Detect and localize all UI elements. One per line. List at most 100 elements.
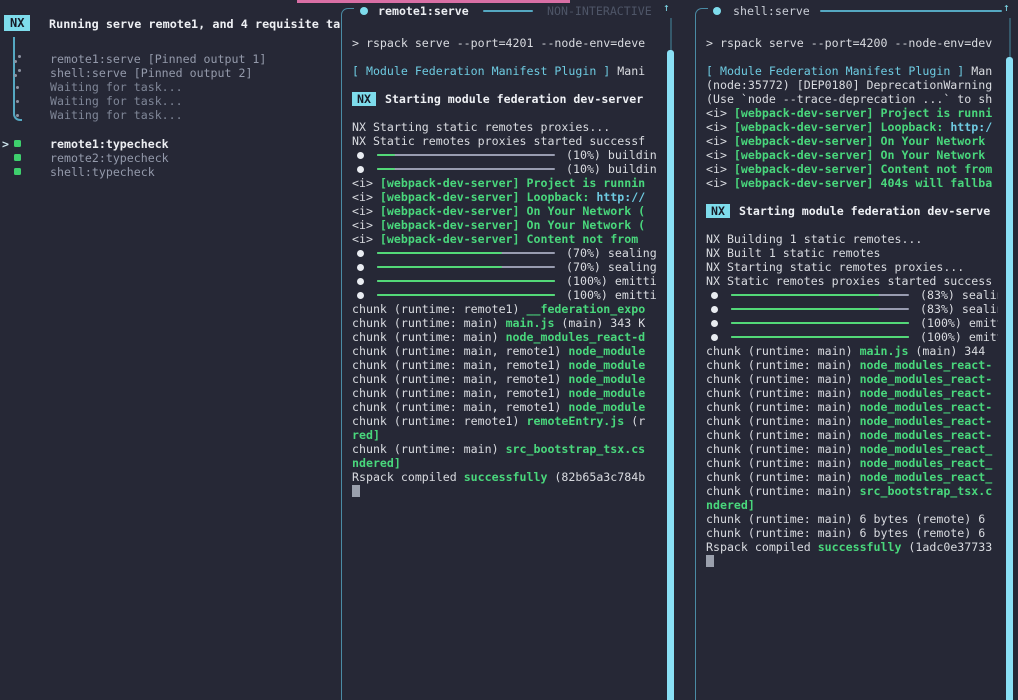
task-item[interactable]: remote1:serve [Pinned output 1] [0, 52, 341, 66]
progress-label: (100%) emitti [566, 274, 657, 288]
progress-bar [731, 322, 909, 324]
task-list-panel: NX Running serve remote1, and 4 requisit… [0, 0, 341, 700]
terminal-text-segment: main.js [860, 344, 909, 358]
progress-bar-fill [377, 266, 502, 268]
terminal-line: chunk (runtime: main) node_modules_react… [706, 414, 998, 428]
terminal-text-segment: node_module [568, 400, 645, 414]
terminal-text-segment: node_module [568, 344, 645, 358]
progress-bar [731, 336, 909, 338]
terminal-text-segment: chunk (runtime: main, remote1) [352, 344, 568, 358]
terminal-line: <i> [webpack-dev-server] On Your Network… [352, 204, 660, 218]
terminal-text-segment: chunk (runtime: main) [352, 330, 506, 344]
terminal-line: <i> [webpack-dev-server] Project is runn… [352, 176, 660, 190]
terminal-line: chunk (runtime: main) 6 bytes (remote) 6 [706, 512, 998, 526]
terminal-text-segment: (82b65a3c784b [547, 470, 645, 484]
task-success-icon [14, 168, 21, 175]
scroll-up-arrow[interactable]: ↑ [1003, 2, 1010, 14]
task-label: shell:serve [Pinned output 2] [50, 66, 252, 80]
terminal-line: Rspack compiled successfully (1adc0e3773… [706, 540, 998, 554]
terminal-text-segment: chunk (runtime: main) [706, 484, 860, 498]
terminal-line: (node:35772) [DEP0180] DeprecationWarnin… [706, 78, 998, 92]
terminal-text-segment: ndered] [706, 498, 755, 512]
terminal-text-segment: Man [964, 64, 992, 78]
task-item[interactable]: remote2:typecheck [0, 151, 341, 165]
terminal-text-segment: chunk (runtime: main, remote1) [352, 386, 568, 400]
header-rule [820, 10, 1002, 12]
task-item[interactable]: Waiting for task... [0, 80, 341, 94]
terminal-line: (100%) emitt [706, 316, 998, 330]
terminal-line: <i> [webpack-dev-server] Loopback: http:… [706, 120, 998, 134]
running-indicator-icon [713, 7, 721, 15]
terminal-text-segment: > rspack serve --port=4200 --node-env=de… [706, 36, 992, 50]
terminal-line: ndered] [352, 456, 660, 470]
terminal-text-segment: successfully [464, 470, 548, 484]
terminal-line: chunk (runtime: main, remote1) node_modu… [352, 372, 660, 386]
progress-label: (83%) sealin [920, 302, 998, 316]
terminal-text-segment: <i> [706, 148, 734, 162]
terminal-text-segment: > rspack serve --port=4201 --node-env=de… [352, 36, 645, 50]
terminal-text-segment: <i> [706, 176, 734, 190]
task-success-icon [14, 154, 21, 161]
task-label: Waiting for task... [50, 80, 183, 94]
non-interactive-label: NON-INTERACTIVE [547, 4, 652, 18]
terminal-line: (10%) buildin [352, 148, 660, 162]
running-indicator-icon [360, 7, 368, 15]
terminal-line: chunk (runtime: main) node_modules_react… [706, 372, 998, 386]
terminal-text-segment: chunk (runtime: main) [706, 344, 860, 358]
terminal-line: NX Starting static remotes proxies... [352, 120, 660, 134]
terminal-line: <i> [webpack-dev-server] On Your Network [706, 134, 998, 148]
terminal-text-segment: chunk (runtime: main, remote1) [352, 400, 568, 414]
progress-bullet-icon [357, 152, 364, 159]
terminal-text-segment: Mani [610, 64, 645, 78]
nx-logo-badge: NX [4, 15, 30, 31]
progress-bar-fill [731, 322, 909, 324]
terminal-line: Rspack compiled successfully (82b65a3c78… [352, 470, 660, 484]
terminal-text-segment: [webpack-dev-server] 404s will fallba [734, 176, 992, 190]
task-item[interactable]: Waiting for task... [0, 94, 341, 108]
scrollbar-thumb[interactable] [667, 50, 674, 700]
scrollbar-thumb[interactable] [1006, 57, 1013, 700]
terminal-text-segment: chunk (runtime: main) 6 bytes (remote) 6 [706, 526, 985, 540]
terminal-text-segment: <i> [706, 134, 734, 148]
terminal-line: (70%) sealing [352, 246, 660, 260]
task-label: remote2:typecheck [50, 151, 169, 165]
terminal-line: NX Starting static remotes proxies... [706, 260, 998, 274]
terminal-text-segment: chunk (runtime: remote1) [352, 414, 527, 428]
terminal-text-segment: chunk (runtime: main) [706, 456, 860, 470]
task-waiting-icon [16, 114, 19, 117]
terminal-line: chunk (runtime: remote1) __federation_ex… [352, 302, 660, 316]
nx-badge: NX [352, 92, 376, 106]
task-item[interactable]: shell:typecheck [0, 165, 341, 179]
terminal-text-segment: [ Module Federation Manifest Plugin ] [706, 64, 964, 78]
terminal-line: chunk (runtime: main) node_modules_react… [706, 358, 998, 372]
terminal-text-segment: <i> [352, 204, 380, 218]
task-success-icon [14, 140, 21, 147]
terminal-text-segment: <i> [352, 190, 380, 204]
terminal-line [352, 106, 660, 120]
terminal-line: (83%) sealin [706, 288, 998, 302]
task-label: remote1:typecheck [50, 137, 169, 151]
terminal-line: ndered] [706, 498, 998, 512]
task-item[interactable]: shell:serve [Pinned output 2] [0, 66, 341, 80]
terminal-text-segment: Rspack compiled [352, 470, 464, 484]
progress-label: (70%) sealing [566, 246, 657, 260]
terminal-text-segment: <i> [706, 162, 734, 176]
terminal-text-segment: NX Building 1 static remotes... [706, 232, 922, 246]
scroll-up-arrow[interactable]: ↑ [663, 2, 670, 14]
terminal-line: [ Module Federation Manifest Plugin ] Ma… [706, 64, 998, 78]
progress-bullet-icon [357, 250, 364, 257]
progress-bullet-icon [357, 278, 364, 285]
task-runner-title: Running serve remote1, and 4 requisite t… [49, 17, 341, 31]
terminal-line: (10%) buildin [352, 162, 660, 176]
terminal-text-segment: [webpack-dev-server] On Your Network ( [380, 204, 645, 218]
terminal-line [706, 218, 998, 232]
progress-bar-fill [731, 308, 879, 310]
task-item[interactable]: >remote1:typecheck [0, 137, 341, 151]
terminal-text-segment: <i> [706, 106, 734, 120]
terminal-text-segment: chunk (runtime: main) [706, 414, 860, 428]
terminal-line: (70%) sealing [352, 260, 660, 274]
task-item[interactable]: Waiting for task... [0, 108, 341, 122]
terminal-output-shell-serve: > rspack serve --port=4200 --node-env=de… [706, 36, 998, 568]
progress-bar-fill [377, 154, 395, 156]
terminal-text-segment: successfully [818, 540, 902, 554]
